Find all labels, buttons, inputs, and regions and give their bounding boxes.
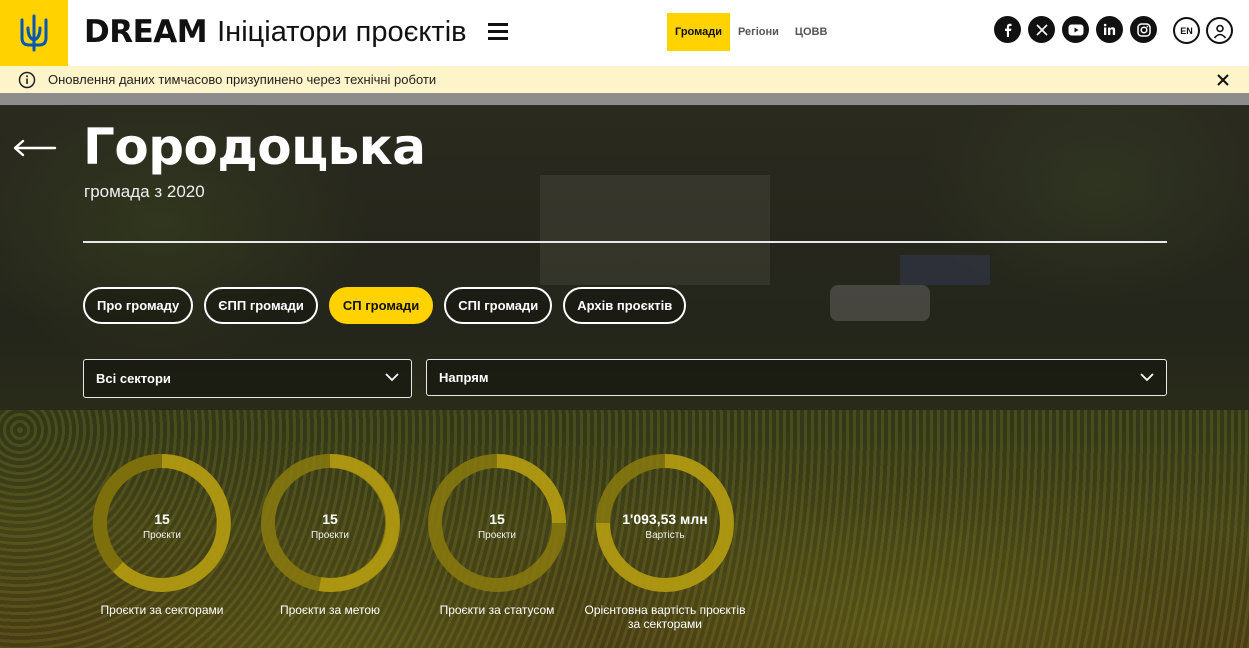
close-icon[interactable] (1216, 73, 1230, 87)
x-icon[interactable] (1028, 16, 1055, 43)
tab-spi[interactable]: СПІ громади (444, 287, 553, 324)
info-icon (18, 71, 36, 89)
stat-cost[interactable]: 1'093,53 млн Вартість Орієнтовна вартіст… (580, 453, 750, 631)
background-photo-building (540, 175, 770, 285)
youtube-icon[interactable] (1062, 16, 1089, 43)
direction-select-value: Напрям (439, 370, 489, 385)
nav-item-regions[interactable]: Регіони (730, 13, 787, 51)
page-subtitle: громада з 2020 (84, 182, 205, 201)
back-arrow-icon[interactable] (13, 139, 57, 157)
notice-banner: Оновлення даних тимчасово призупинено че… (0, 66, 1249, 93)
background-photo-truck (900, 255, 990, 285)
stat-caption: Проєкти за секторами (100, 603, 224, 617)
stat-unit: Проєкти (477, 530, 517, 541)
tab-sp[interactable]: СП громади (328, 287, 434, 324)
stat-caption: Проєкти за статусом (439, 603, 555, 617)
facebook-icon[interactable] (994, 16, 1021, 43)
brand[interactable]: DREAM Ініціатори проєктів (84, 13, 467, 51)
nav-item-hromady[interactable]: Громади (667, 13, 730, 51)
user-icon (1213, 24, 1226, 39)
section-tabs: Про громаду ЄПП громади СП громади СПІ г… (83, 287, 687, 324)
chevron-down-icon (1140, 373, 1154, 382)
stat-unit: Вартість (645, 530, 685, 541)
stat-caption: Орієнтовна вартість проєктів за секторам… (584, 603, 746, 631)
notice-text: Оновлення даних тимчасово призупинено че… (48, 72, 437, 87)
background-photo-car (830, 285, 930, 321)
language-switch[interactable]: EN (1173, 17, 1200, 44)
linkedin-icon[interactable] (1096, 16, 1123, 43)
title-divider (83, 241, 1167, 243)
stat-value: 15 (322, 511, 338, 527)
sector-select[interactable]: Всі сектори (83, 359, 412, 398)
profile-button[interactable] (1206, 17, 1233, 44)
nav-item-covv[interactable]: ЦОВВ (787, 13, 835, 51)
chevron-down-icon (385, 373, 399, 382)
menu-icon[interactable] (488, 21, 508, 41)
top-bar: DREAM Ініціатори проєктів Громади Регіон… (0, 0, 1249, 66)
tab-about[interactable]: Про громаду (83, 287, 194, 324)
stat-goal[interactable]: 15 Проєкти Проєкти за метою (245, 453, 415, 617)
hero-section: Городоцька громада з 2020 Про громаду ЄП… (0, 105, 1249, 648)
tab-archive[interactable]: Архів проєктів (563, 287, 687, 324)
direction-select[interactable]: Напрям (426, 359, 1167, 396)
stat-status[interactable]: 15 Проєкти Проєкти за статусом (412, 453, 582, 617)
instagram-icon[interactable] (1130, 16, 1157, 43)
brand-subtitle: Ініціатори проєктів (217, 15, 467, 48)
stat-sectors[interactable]: 15 Проєкти Проєкти за секторами (77, 453, 247, 617)
stat-unit: Проєкти (142, 530, 182, 541)
page-title: Городоцька (83, 118, 426, 176)
stat-caption: Проєкти за метою (279, 603, 381, 617)
stat-value: 15 (489, 511, 505, 527)
social-links (994, 16, 1157, 43)
stat-unit: Проєкти (310, 530, 350, 541)
stats-row: 15 Проєкти Проєкти за секторами 15 Проєк… (0, 453, 800, 643)
divider-strip (0, 93, 1249, 105)
sector-select-value: Всі сектори (96, 371, 171, 386)
tab-epp[interactable]: ЄПП громади (204, 287, 318, 324)
stat-value: 1'093,53 млн (622, 511, 708, 527)
main-nav: Громади Регіони ЦОВВ (667, 13, 835, 51)
trident-icon (20, 14, 48, 52)
brand-name: DREAM (84, 14, 208, 50)
trident-logo[interactable] (0, 0, 68, 66)
stat-value: 15 (154, 511, 170, 527)
